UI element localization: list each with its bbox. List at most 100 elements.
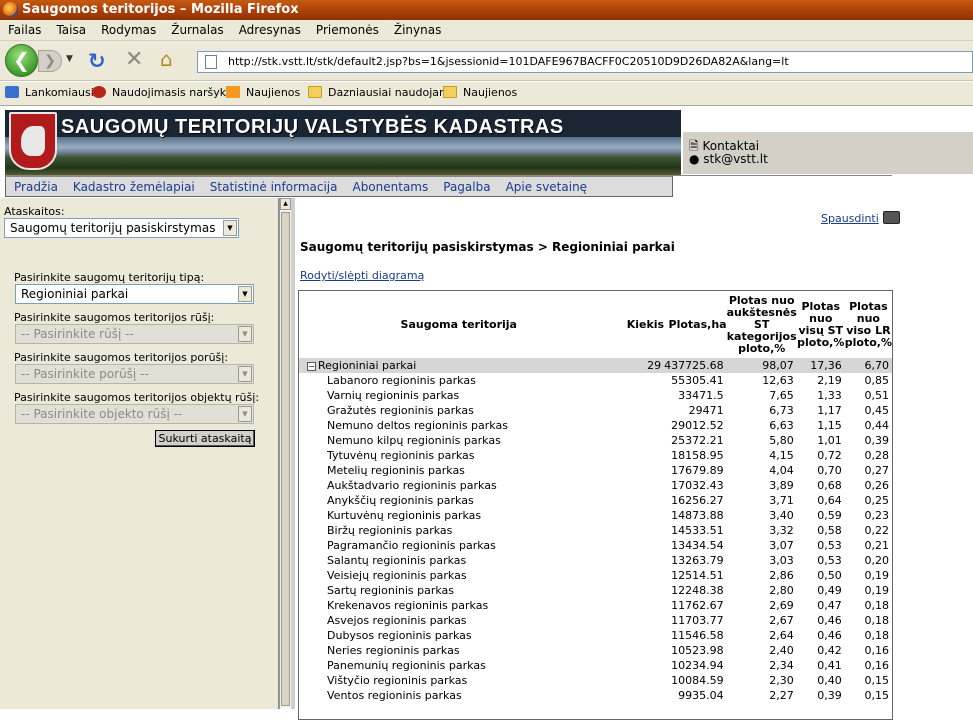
group-name-cell[interactable]: − Regioniniai parkai xyxy=(299,358,619,373)
row-area-cell: 12514.51 xyxy=(671,569,724,582)
email-link[interactable]: ● stk@vstt.lt xyxy=(689,152,768,166)
home-icon[interactable]: ⌂ xyxy=(160,47,173,71)
table-row: Tytuvėnų regioninis parkas 18158.95 4,15 0,… xyxy=(299,448,892,463)
back-button[interactable]: ❮ xyxy=(5,44,38,77)
history-dropdown-icon[interactable]: ▼ xyxy=(66,54,73,64)
menu-bar: Failas Taisa Rodymas Žurnalas Adresynas Priem… xyxy=(0,20,973,41)
col-pct-all-header: Plotas nuo visų ST ploto,% xyxy=(796,291,845,358)
report-table-wrapper: Saugoma teritorija Kiekis Plotas,ha Plot… xyxy=(298,290,893,720)
row-pct-lr-cell: 0,25 xyxy=(864,494,890,507)
object-select[interactable]: -- Pasirinkite objekto rūšį -- ▼ xyxy=(15,404,254,424)
collapse-icon[interactable]: − xyxy=(307,362,316,371)
row-area-cell: 17679.89 xyxy=(671,464,724,477)
nav-abonentams[interactable]: Abonentams xyxy=(344,177,435,194)
row-count-cell xyxy=(619,433,665,448)
firefox-logo-icon xyxy=(3,2,18,17)
bullet-icon: ● xyxy=(689,152,704,166)
bookmark-naudojimasis[interactable]: Naudojimasis naršykle xyxy=(92,86,236,99)
row-name-cell: Sartų regioninis parkas xyxy=(327,584,455,597)
forward-button[interactable]: ❯ xyxy=(38,50,62,72)
row-count-cell xyxy=(619,523,665,538)
menu-zurnalas[interactable]: Žurnalas xyxy=(163,20,230,37)
menu-failas[interactable]: Failas xyxy=(0,20,48,37)
row-count-cell xyxy=(619,613,665,628)
table-row: Sartų regioninis parkas 12248.38 2,80 0,49 0… xyxy=(299,583,892,598)
col-pct-cat-header: Plotas nuo aukštesnės ST kategorijos plo… xyxy=(726,291,797,358)
create-report-button[interactable]: Sukurti ataskaitą xyxy=(155,430,255,447)
row-pct-lr-cell: 0,22 xyxy=(864,524,890,537)
col-name-header: Saugoma teritorija xyxy=(299,291,619,358)
row-pct-cat-cell: 3,32 xyxy=(769,524,794,537)
row-pct-cat-cell: 2,69 xyxy=(769,599,794,612)
row-count-cell xyxy=(619,493,665,508)
table-row: Veisiejų regioninis parkas 12514.51 2,86 0,… xyxy=(299,568,892,583)
row-pct-all-cell: 0,41 xyxy=(817,659,842,672)
reload-icon[interactable]: ↻ xyxy=(88,49,106,73)
menu-taisa[interactable]: Taisa xyxy=(48,20,93,37)
contacts-box: 🗎 Kontaktai ● stk@vstt.lt xyxy=(683,132,973,174)
row-area-cell: 33471.5 xyxy=(678,389,724,402)
row-name-cell: Dubysos regioninis parkas xyxy=(327,629,472,642)
row-pct-lr-cell: 0,16 xyxy=(864,659,890,672)
menu-adresynas[interactable]: Adresynas xyxy=(231,20,308,37)
scroll-up-icon[interactable]: ▲ xyxy=(280,198,291,210)
row-name-cell: Vištyčio regioninis parkas xyxy=(327,674,468,687)
reports-select[interactable]: Saugomų teritorijų pasiskirstymas ▼ xyxy=(4,218,239,238)
subkind-select[interactable]: -- Pasirinkite porūšį -- ▼ xyxy=(15,364,254,384)
row-name-cell: Nemuno deltos regioninis parkas xyxy=(327,419,508,432)
print-link[interactable]: Spausdinti xyxy=(821,211,900,225)
row-pct-all-cell: 0,53 xyxy=(817,554,842,567)
site-navigation: Pradžia Kadastro žemėlapiai Statistinė inf… xyxy=(5,175,673,197)
row-pct-cat-cell: 4,15 xyxy=(769,449,794,462)
row-pct-cat-cell: 5,80 xyxy=(769,434,794,447)
kind-select[interactable]: -- Pasirinkite rūšį -- ▼ xyxy=(15,324,254,344)
row-area-cell: 18158.95 xyxy=(671,449,724,462)
row-pct-lr-cell: 0,85 xyxy=(864,374,890,387)
frame-scrollbar[interactable]: ▲ xyxy=(279,198,291,709)
row-count-cell xyxy=(619,403,665,418)
row-name-cell: Krekenavos regioninis parkas xyxy=(327,599,489,612)
bookmark-lankomiausi[interactable]: Lankomiausi xyxy=(5,86,94,99)
menu-priemones[interactable]: Priemonės xyxy=(308,20,386,37)
group-pct-lr-cell: 6,70 xyxy=(844,358,892,373)
row-area-cell: 55305.41 xyxy=(671,374,724,387)
nav-pradzia[interactable]: Pradžia xyxy=(6,177,65,194)
row-pct-lr-cell: 0,15 xyxy=(864,689,890,702)
row-pct-all-cell: 0,59 xyxy=(817,509,842,522)
row-pct-all-cell: 0,68 xyxy=(817,479,842,492)
url-bar[interactable]: http://stk.vstt.lt/stk/default2.jsp?bs=1… xyxy=(197,51,973,73)
subkind-label: Pasirinkite saugomos teritorijos porūšį: xyxy=(14,351,229,364)
chevron-down-icon: ▼ xyxy=(238,286,252,302)
bookmark-naujienos-folder[interactable]: Naujienos xyxy=(443,86,517,99)
rss-icon xyxy=(226,86,240,98)
row-pct-all-cell: 0,49 xyxy=(817,584,842,597)
page-icon xyxy=(205,55,217,69)
type-select[interactable]: Regioniniai parkai ▼ xyxy=(15,284,254,304)
row-count-cell xyxy=(619,658,665,673)
row-pct-lr-cell: 0,16 xyxy=(864,644,890,657)
row-count-cell xyxy=(619,598,665,613)
scroll-thumb[interactable] xyxy=(281,212,290,706)
row-count-cell xyxy=(619,538,665,553)
nav-statistine-informacija[interactable]: Statistinė informacija xyxy=(202,177,345,194)
bookmark-naujienos-rss[interactable]: Naujienos xyxy=(226,86,300,99)
row-pct-cat-cell: 7,65 xyxy=(769,389,794,402)
row-pct-cat-cell: 6,73 xyxy=(769,404,794,417)
row-pct-lr-cell: 0,19 xyxy=(864,584,890,597)
menu-zinynas[interactable]: Žinynas xyxy=(386,20,448,37)
nav-apie-svetaine[interactable]: Apie svetainę xyxy=(498,177,594,194)
bookmark-dazniausiai[interactable]: Dazniausiai naudojami xyxy=(308,86,453,99)
row-pct-lr-cell: 0,45 xyxy=(864,404,890,417)
nav-pagalba[interactable]: Pagalba xyxy=(435,177,497,194)
row-pct-all-cell: 0,46 xyxy=(817,614,842,627)
nav-kadastro-zemelapiai[interactable]: Kadastro žemėlapiai xyxy=(65,177,202,194)
group-row: − Regioniniai parkai 29 437725.68 98,07 1… xyxy=(299,358,892,373)
row-count-cell xyxy=(619,463,665,478)
row-area-cell: 29012.52 xyxy=(671,419,724,432)
stop-icon[interactable]: ✕ xyxy=(125,47,143,72)
toggle-diagram-link[interactable]: Rodyti/slėpti diagramą xyxy=(300,269,424,282)
menu-rodymas[interactable]: Rodymas xyxy=(93,20,163,37)
row-pct-all-cell: 2,19 xyxy=(817,374,842,387)
table-row: Pagramančio regioninis parkas 13434.54 3,0… xyxy=(299,538,892,553)
row-pct-cat-cell: 3,40 xyxy=(769,509,794,522)
